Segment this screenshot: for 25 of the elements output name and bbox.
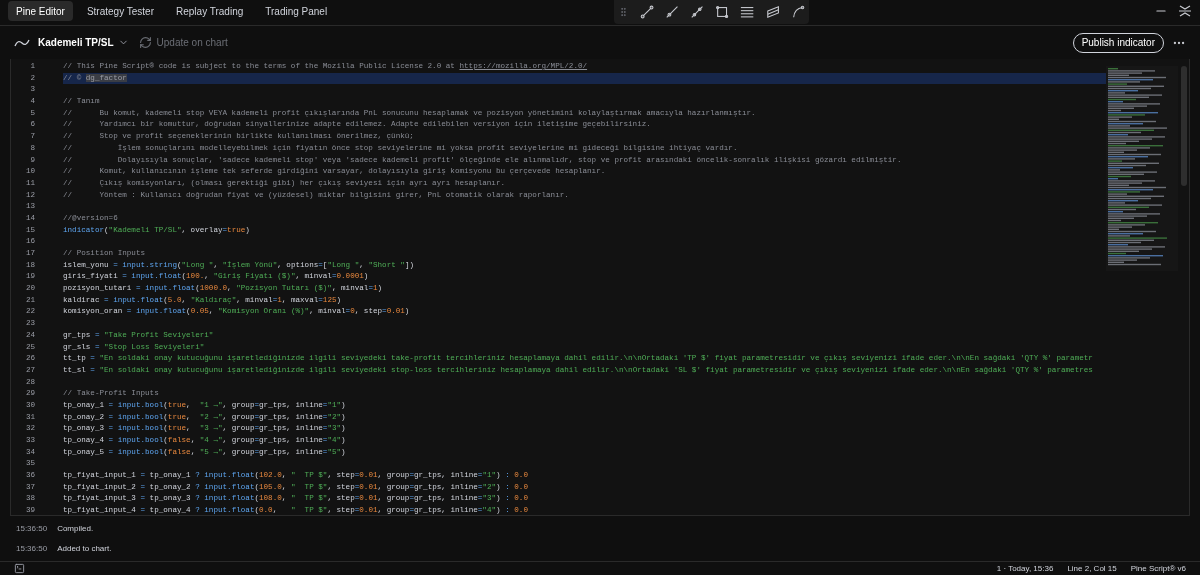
segment-icon[interactable]: [690, 4, 705, 20]
tab[interactable]: Trading Panel: [257, 1, 336, 21]
trend-line-icon[interactable]: [639, 4, 654, 20]
indicator-icon: [14, 37, 30, 48]
script-name-button[interactable]: Kademeli TP/SL: [38, 35, 129, 50]
tab[interactable]: Strategy Tester: [78, 1, 162, 21]
rectangle-icon[interactable]: [715, 4, 730, 20]
version-info[interactable]: 1 · Today, 15:36: [996, 562, 1054, 575]
log-time: 15:36:50: [16, 542, 48, 555]
console-icon[interactable]: [14, 563, 25, 574]
drag-handle-icon[interactable]: [618, 6, 629, 18]
log-message: Compiled.: [57, 522, 94, 535]
tab[interactable]: Replay Trading: [168, 1, 252, 21]
curve-icon[interactable]: [790, 4, 805, 20]
parallel-channel-icon[interactable]: [765, 4, 780, 20]
log-time: 15:36:50: [16, 522, 48, 535]
horizontal-lines-icon[interactable]: [740, 4, 755, 20]
collapse-icon[interactable]: [1178, 4, 1192, 18]
cursor-position: Line 2, Col 15: [1067, 562, 1117, 575]
language-version: Pine Script® v6: [1130, 562, 1186, 575]
tab[interactable]: Pine Editor: [8, 1, 73, 21]
refresh-icon: [138, 36, 152, 49]
ray-icon[interactable]: [664, 4, 679, 20]
log-message: Added to chart.: [57, 542, 112, 555]
scrollbar[interactable]: [1181, 66, 1187, 186]
